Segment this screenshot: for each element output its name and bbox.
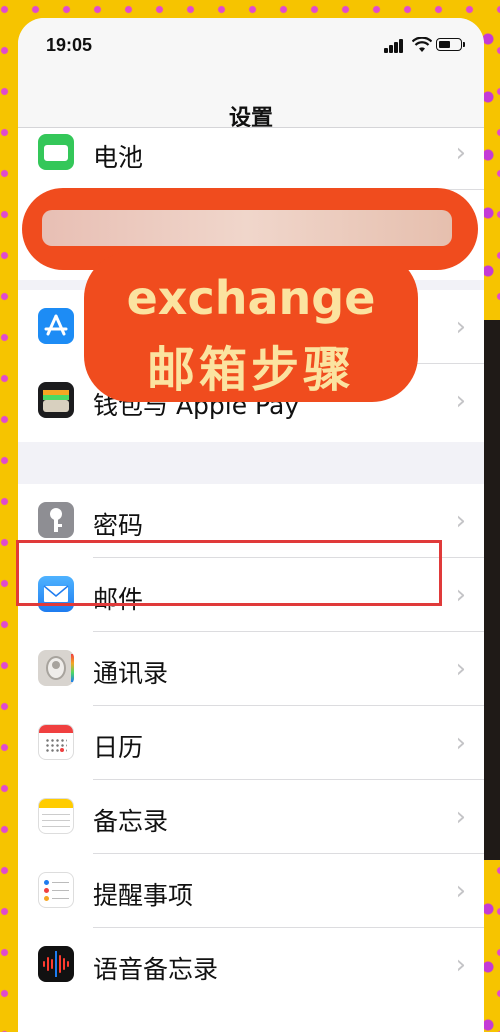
mail-row-highlight xyxy=(16,540,442,606)
chevron-right-icon: › xyxy=(455,876,466,906)
blurred-region xyxy=(42,210,452,246)
wifi-icon xyxy=(412,37,432,52)
chevron-right-icon: › xyxy=(455,950,466,980)
settings-row-notes[interactable]: 备忘录 › xyxy=(18,780,484,854)
chevron-right-icon: › xyxy=(455,506,466,536)
chevron-right-icon: › xyxy=(455,386,466,416)
notes-icon xyxy=(38,798,74,834)
row-label-passwords: 密码 xyxy=(93,511,144,540)
key-icon xyxy=(38,502,74,538)
chevron-right-icon: › xyxy=(455,312,466,342)
status-bar: 19:05 xyxy=(18,18,484,78)
chevron-right-icon: › xyxy=(455,138,466,168)
overlay-title-line2: 邮箱步骤 xyxy=(146,342,355,398)
background-edge xyxy=(482,320,500,860)
row-label-voice-memos: 语音备忘录 xyxy=(93,955,219,984)
battery-icon xyxy=(436,38,465,51)
row-label-notes: 备忘录 xyxy=(93,807,169,836)
overlay-title-line1: exchange xyxy=(126,271,376,325)
row-label-calendar: 日历 xyxy=(93,733,144,762)
wallet-icon xyxy=(38,382,74,418)
status-time: 19:05 xyxy=(46,35,93,55)
row-label-reminders: 提醒事项 xyxy=(93,881,194,910)
chevron-right-icon: › xyxy=(455,654,466,684)
app-store-icon xyxy=(38,308,74,344)
settings-row-calendar[interactable]: 日历 › xyxy=(18,706,484,780)
chevron-right-icon: › xyxy=(455,802,466,832)
battery-setting-icon xyxy=(38,134,74,170)
voice-memos-icon xyxy=(38,946,74,982)
chevron-right-icon: › xyxy=(455,580,466,610)
row-label-battery: 电池 xyxy=(93,143,144,172)
signal-icon xyxy=(384,39,406,53)
settings-row-contacts[interactable]: 通讯录 › xyxy=(18,632,484,706)
reminders-icon xyxy=(38,872,74,908)
settings-row-voice-memos[interactable]: 语音备忘录 › xyxy=(18,928,484,1002)
settings-row-reminders[interactable]: 提醒事项 › xyxy=(18,854,484,928)
settings-row-battery[interactable]: 电池 › xyxy=(18,116,484,190)
row-label-contacts: 通讯录 xyxy=(93,659,169,688)
chevron-right-icon: › xyxy=(455,728,466,758)
calendar-icon xyxy=(38,724,74,760)
phone-screen: 19:05 设置 电池 › A › xyxy=(18,18,484,1032)
contacts-icon xyxy=(38,650,74,686)
